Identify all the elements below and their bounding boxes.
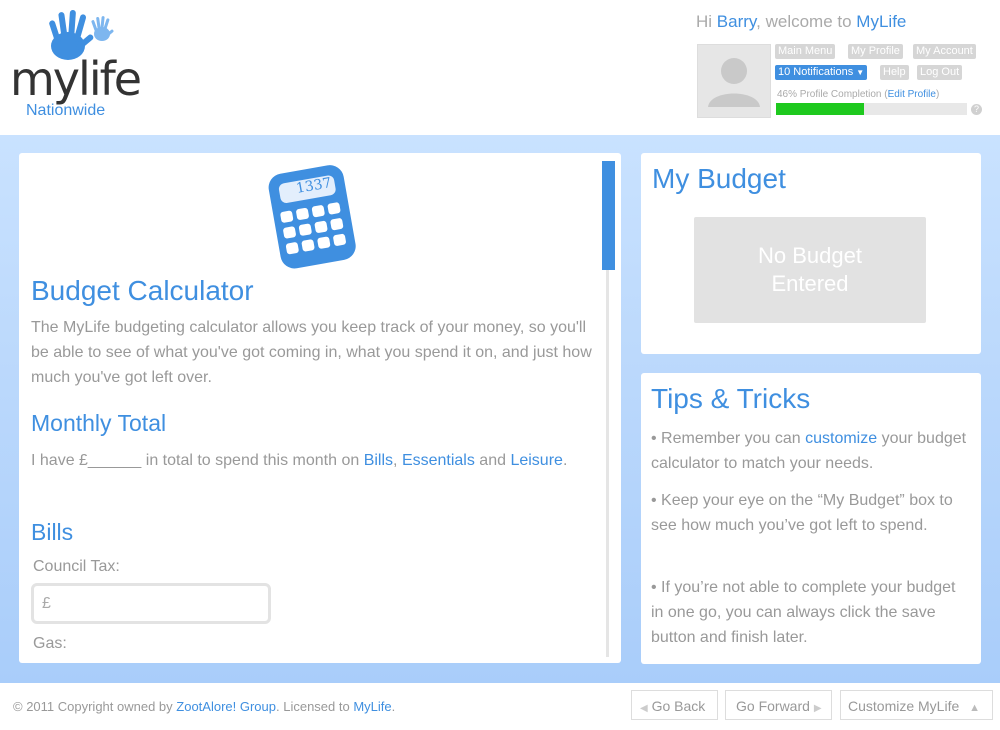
my-profile-button[interactable]: My Profile xyxy=(848,44,903,59)
no-budget-line1: No Budget xyxy=(758,243,862,268)
budget-calculator-panel: 1337 Budget Calculator The MyLife budget… xyxy=(19,153,621,663)
owner-link[interactable]: ZootAlore! Group xyxy=(176,699,276,714)
tip-save: • If you’re not able to complete your bu… xyxy=(651,579,956,646)
council-tax-label: Council Tax: xyxy=(33,558,120,575)
bills-link[interactable]: Bills xyxy=(364,452,393,469)
leisure-link[interactable]: Leisure xyxy=(510,452,562,469)
profile-progress-bar xyxy=(776,103,967,115)
welcome-message: Hi Barry, welcome to MyLife xyxy=(696,12,906,32)
my-account-button[interactable]: My Account xyxy=(913,44,976,59)
gas-label: Gas: xyxy=(33,635,67,652)
licensee-link[interactable]: MyLife xyxy=(353,699,391,714)
my-budget-heading: My Budget xyxy=(652,163,786,194)
tip1-prefix: • Remember you can xyxy=(651,430,806,447)
app-name-link[interactable]: MyLife xyxy=(856,12,906,31)
scrollbar-thumb[interactable] xyxy=(602,161,615,270)
and-text: and xyxy=(474,452,511,469)
go-back-button[interactable]: ◀ Go Back xyxy=(631,690,718,720)
customize-label: Customize MyLife xyxy=(848,698,960,714)
main-area: 1337 Budget Calculator The MyLife budget… xyxy=(0,135,1000,683)
avatar[interactable] xyxy=(697,44,771,118)
comma-text: , xyxy=(393,452,398,469)
period-text: . xyxy=(562,452,568,469)
profile-completion-text: 46% Profile Completion (Edit Profile) xyxy=(777,89,939,100)
header: mylife Nationwide Hi Barry, welcome to M… xyxy=(0,0,1000,135)
completion-close: ) xyxy=(935,89,940,100)
log-out-button[interactable]: Log Out xyxy=(917,65,963,80)
help-icon[interactable]: ? xyxy=(971,104,982,115)
monthly-prefix: I have £______ in total to spend this mo… xyxy=(31,452,364,469)
arrow-left-icon: ◀ xyxy=(640,703,648,714)
arrow-right-icon: ▶ xyxy=(813,703,822,714)
help-button[interactable]: Help xyxy=(880,65,909,80)
no-budget-line2: Entered xyxy=(771,271,849,296)
main-menu-button[interactable]: Main Menu xyxy=(775,44,836,59)
dropdown-caret-icon: ▼ xyxy=(856,68,865,77)
welcome-prefix: Hi xyxy=(696,12,717,31)
monthly-total-heading: Monthly Total xyxy=(31,410,167,436)
go-forward-button[interactable]: Go Forward ▶ xyxy=(725,690,832,720)
go-forward-label: Go Forward xyxy=(736,698,810,714)
customize-mylife-button[interactable]: Customize MyLife ▲ xyxy=(840,690,993,720)
footer: © 2011 Copyright owned by ZootAlore! Gro… xyxy=(0,683,1000,730)
tips-panel: Tips & Tricks • Remember you can customi… xyxy=(641,373,981,664)
bills-heading: Bills xyxy=(31,519,74,545)
copyright-end: . xyxy=(391,699,396,714)
welcome-middle: , welcome to xyxy=(756,12,857,31)
customize-link[interactable]: customize xyxy=(805,430,877,447)
user-silhouette-icon xyxy=(708,58,760,107)
user-name-link[interactable]: Barry xyxy=(717,12,756,31)
essentials-link[interactable]: Essentials xyxy=(402,452,475,469)
edit-profile-link[interactable]: Edit Profile xyxy=(888,89,936,100)
copyright-text: © 2011 Copyright owned by ZootAlore! Gro… xyxy=(13,699,395,714)
copyright-prefix: © 2011 Copyright owned by xyxy=(13,699,177,714)
licensed-text: . Licensed to xyxy=(276,699,354,714)
profile-progress-fill xyxy=(776,103,864,115)
completion-label: 46% Profile Completion ( xyxy=(777,89,888,100)
arrow-up-icon: ▲ xyxy=(969,702,981,714)
calculator-icon: 1337 xyxy=(264,163,359,269)
council-tax-input[interactable]: £ xyxy=(31,583,271,624)
go-back-label: Go Back xyxy=(651,698,706,714)
no-budget-box: No Budget Entered xyxy=(694,217,926,323)
tips-heading: Tips & Tricks xyxy=(651,383,811,414)
notifications-button[interactable]: 10 Notifications ▼ xyxy=(775,65,868,80)
my-budget-panel: My Budget No Budget Entered xyxy=(641,153,981,354)
page-title: Budget Calculator xyxy=(31,275,254,306)
calculator-intro: The MyLife budgeting calculator allows y… xyxy=(31,319,592,386)
tip-customize: • Remember you can customize your budget… xyxy=(651,426,971,476)
notifications-label: 10 Notifications xyxy=(778,66,854,78)
monthly-total-text: I have £______ in total to spend this mo… xyxy=(31,448,601,473)
logo-wordmark: mylife xyxy=(10,52,142,106)
tip-my-budget: • Keep your eye on the “My Budget” box t… xyxy=(651,492,953,534)
logo-subtitle: Nationwide xyxy=(26,102,106,119)
